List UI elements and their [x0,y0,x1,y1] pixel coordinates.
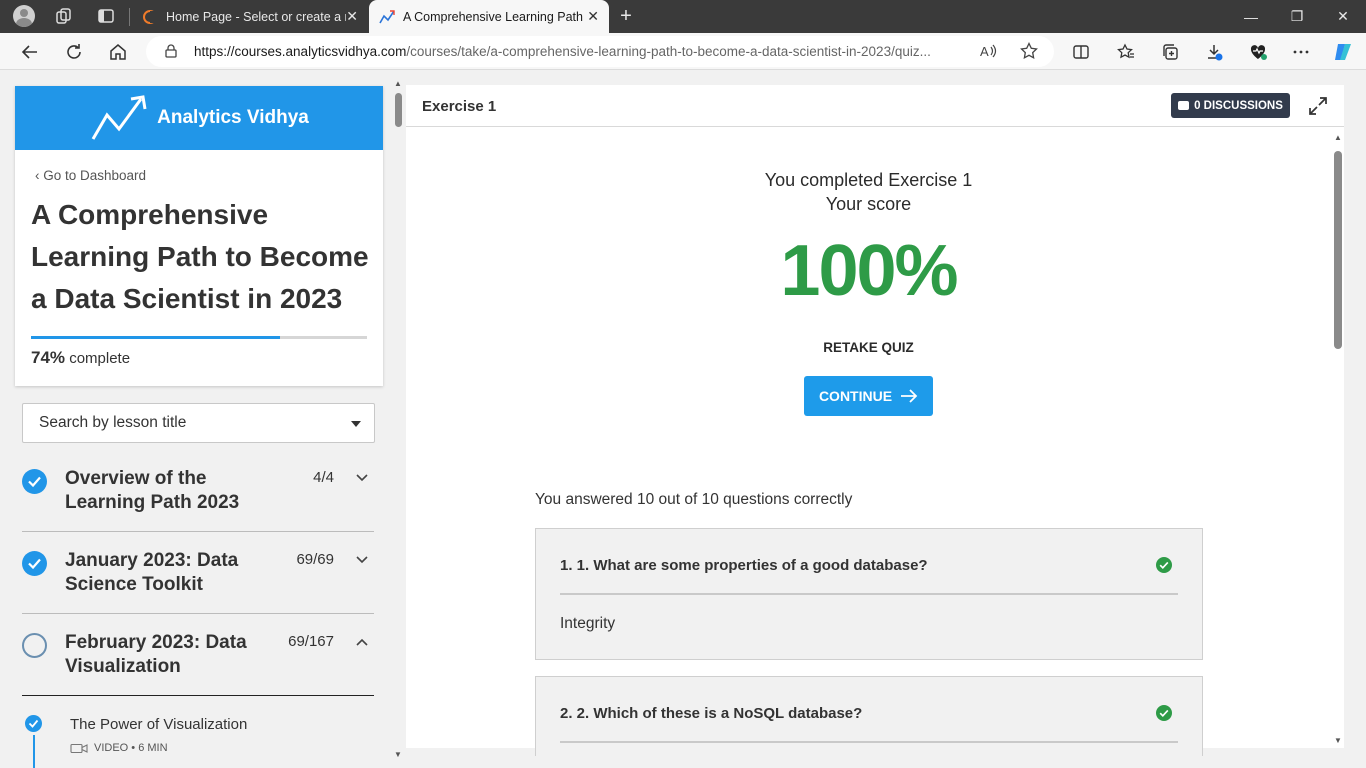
course-title: A Comprehensive Learning Path to Become … [31,199,369,314]
section-count: 69/167 [288,633,334,650]
question-divider [560,593,1178,595]
lesson-progress-line [33,735,35,768]
downloads-icon[interactable] [1201,39,1227,65]
split-screen-icon[interactable] [1068,39,1094,65]
brand-header[interactable]: Analytics Vidhya [15,86,383,150]
back-icon[interactable] [16,38,44,66]
section-count: 4/4 [313,469,334,486]
scroll-up-arrow-icon[interactable]: ▲ [394,79,402,88]
caret-down-icon [351,421,361,427]
collections-icon[interactable] [1157,39,1183,65]
lesson-title: The Power of Visualization [70,716,248,733]
question-text: 1. 1. What are some properties of a good… [560,557,928,574]
browser-tab-bar: Home Page - Select or create a n ✕ A Com… [0,0,1366,33]
quiz-scrollbar[interactable]: ▲ ▼ [1331,133,1343,745]
tab-close-icon[interactable]: ✕ [587,8,599,24]
minimize-button[interactable]: — [1228,0,1274,33]
question-card[interactable]: 2. 2. Which of these is a NoSQL database… [535,676,1203,756]
lesson-item[interactable]: The Power of Visualization VIDEO • 6 MIN [22,711,374,768]
site-favicon-icon [143,9,157,24]
score-label: Your score [825,194,912,214]
result-heading: You completed Exercise 1 Your score [406,168,1331,216]
tab-title: Home Page - Select or create a n [166,9,346,24]
score-value: 100% [780,231,958,311]
chevron-up-icon[interactable] [355,635,369,649]
new-tab-button[interactable]: + [613,4,639,28]
question-card[interactable]: 1. 1. What are some properties of a good… [535,528,1203,660]
sidebar-scroll-thumb[interactable] [395,93,402,127]
favorites-icon[interactable] [1113,39,1139,65]
page-content: Analytics Vidhya ‹ Go to Dashboard A Com… [0,71,1366,768]
section-overview[interactable]: Overview of the Learning Path 2023 4/4 [22,468,374,532]
completed-text: You completed Exercise 1 [764,170,973,190]
exercise-title: Exercise 1 [422,98,497,115]
section-complete-icon [22,469,47,494]
section-january-toolkit[interactable]: January 2023: Data Science Toolkit 69/69 [22,550,374,614]
correct-check-icon [1156,557,1172,573]
vertical-tabs-icon[interactable] [93,4,119,28]
more-options-icon[interactable] [1288,39,1314,65]
favorite-star-icon[interactable] [1016,38,1042,64]
chevron-down-icon[interactable] [355,471,369,485]
browser-toolbar: https://courses.analyticsvidhya.com/cour… [0,33,1366,70]
maximize-button[interactable]: ❐ [1274,0,1320,33]
chevron-left-icon: ‹ [35,168,44,183]
url-text[interactable]: https://courses.analyticsvidhya.com/cour… [194,44,970,59]
section-title: Overview of the Learning Path 2023 [65,468,240,513]
answer-text: Integrity [560,615,616,632]
workspaces-icon[interactable] [51,4,77,28]
lock-icon[interactable] [165,44,177,58]
address-bar[interactable]: https://courses.analyticsvidhya.com/cour… [146,36,1054,67]
discussions-button[interactable]: 0 DISCUSSIONS [1171,93,1290,118]
scroll-down-arrow-icon[interactable]: ▼ [394,750,402,759]
question-text: 2. 2. Which of these is a NoSQL database… [560,705,863,722]
lesson-meta: VIDEO • 6 MIN [70,742,168,754]
analytics-vidhya-logo-icon [91,95,147,140]
sidebar-scrollbar[interactable]: ▲ ▼ [392,79,404,759]
section-complete-icon [22,551,47,576]
tab-close-icon[interactable]: ✕ [346,8,358,24]
section-incomplete-icon [22,633,47,658]
read-aloud-icon[interactable]: A [976,38,1002,64]
tab-separator [129,8,130,26]
question-divider [560,741,1178,743]
home-icon[interactable] [104,38,132,66]
answered-summary: You answered 10 out of 10 questions corr… [535,491,853,508]
retake-quiz-link[interactable]: RETAKE QUIZ [406,340,1331,355]
tab-home-page[interactable]: Home Page - Select or create a n ✕ [132,0,368,33]
expand-icon[interactable] [1308,96,1328,116]
scroll-up-arrow-icon[interactable]: ▲ [1334,133,1342,142]
correct-check-icon [1156,705,1172,721]
quiz-panel: Exercise 1 0 DISCUSSIONS You completed E… [406,85,1344,756]
scroll-down-arrow-icon[interactable]: ▼ [1334,736,1342,745]
profile-avatar-icon[interactable] [11,4,37,28]
section-title: January 2023: Data Science Toolkit [65,550,239,595]
tab-title: A Comprehensive Learning Path t [403,9,583,24]
tab-course[interactable]: A Comprehensive Learning Path t ✕ [369,0,609,33]
go-to-dashboard-link[interactable]: ‹ Go to Dashboard [35,168,146,183]
continue-button[interactable]: CONTINUE [804,376,933,416]
quiz-scroll-thumb[interactable] [1334,151,1342,349]
lesson-search-select[interactable]: Search by lesson title [22,403,375,443]
course-progress-fill [31,336,280,339]
analytics-vidhya-favicon-icon [379,9,395,23]
course-card: Analytics Vidhya ‹ Go to Dashboard A Com… [15,86,383,386]
lesson-complete-icon [25,715,42,732]
progress-label: 74% complete [31,348,131,367]
brand-name: Analytics Vidhya [157,107,309,128]
arrow-right-icon [901,389,918,403]
close-window-button[interactable]: ✕ [1320,0,1366,33]
section-count: 69/69 [296,551,334,568]
refresh-icon[interactable] [60,38,88,66]
browser-essentials-icon[interactable] [1245,39,1271,65]
quiz-header: Exercise 1 0 DISCUSSIONS [406,85,1344,127]
comment-icon [1178,101,1190,110]
section-title: February 2023: Data Visualization [65,632,247,677]
course-progress-bar [31,336,367,339]
video-icon [70,743,88,753]
section-february-visualization[interactable]: February 2023: Data Visualization 69/167 [22,632,374,696]
chevron-down-icon[interactable] [355,553,369,567]
copilot-icon[interactable] [1330,39,1356,65]
svg-text:A: A [980,44,989,59]
